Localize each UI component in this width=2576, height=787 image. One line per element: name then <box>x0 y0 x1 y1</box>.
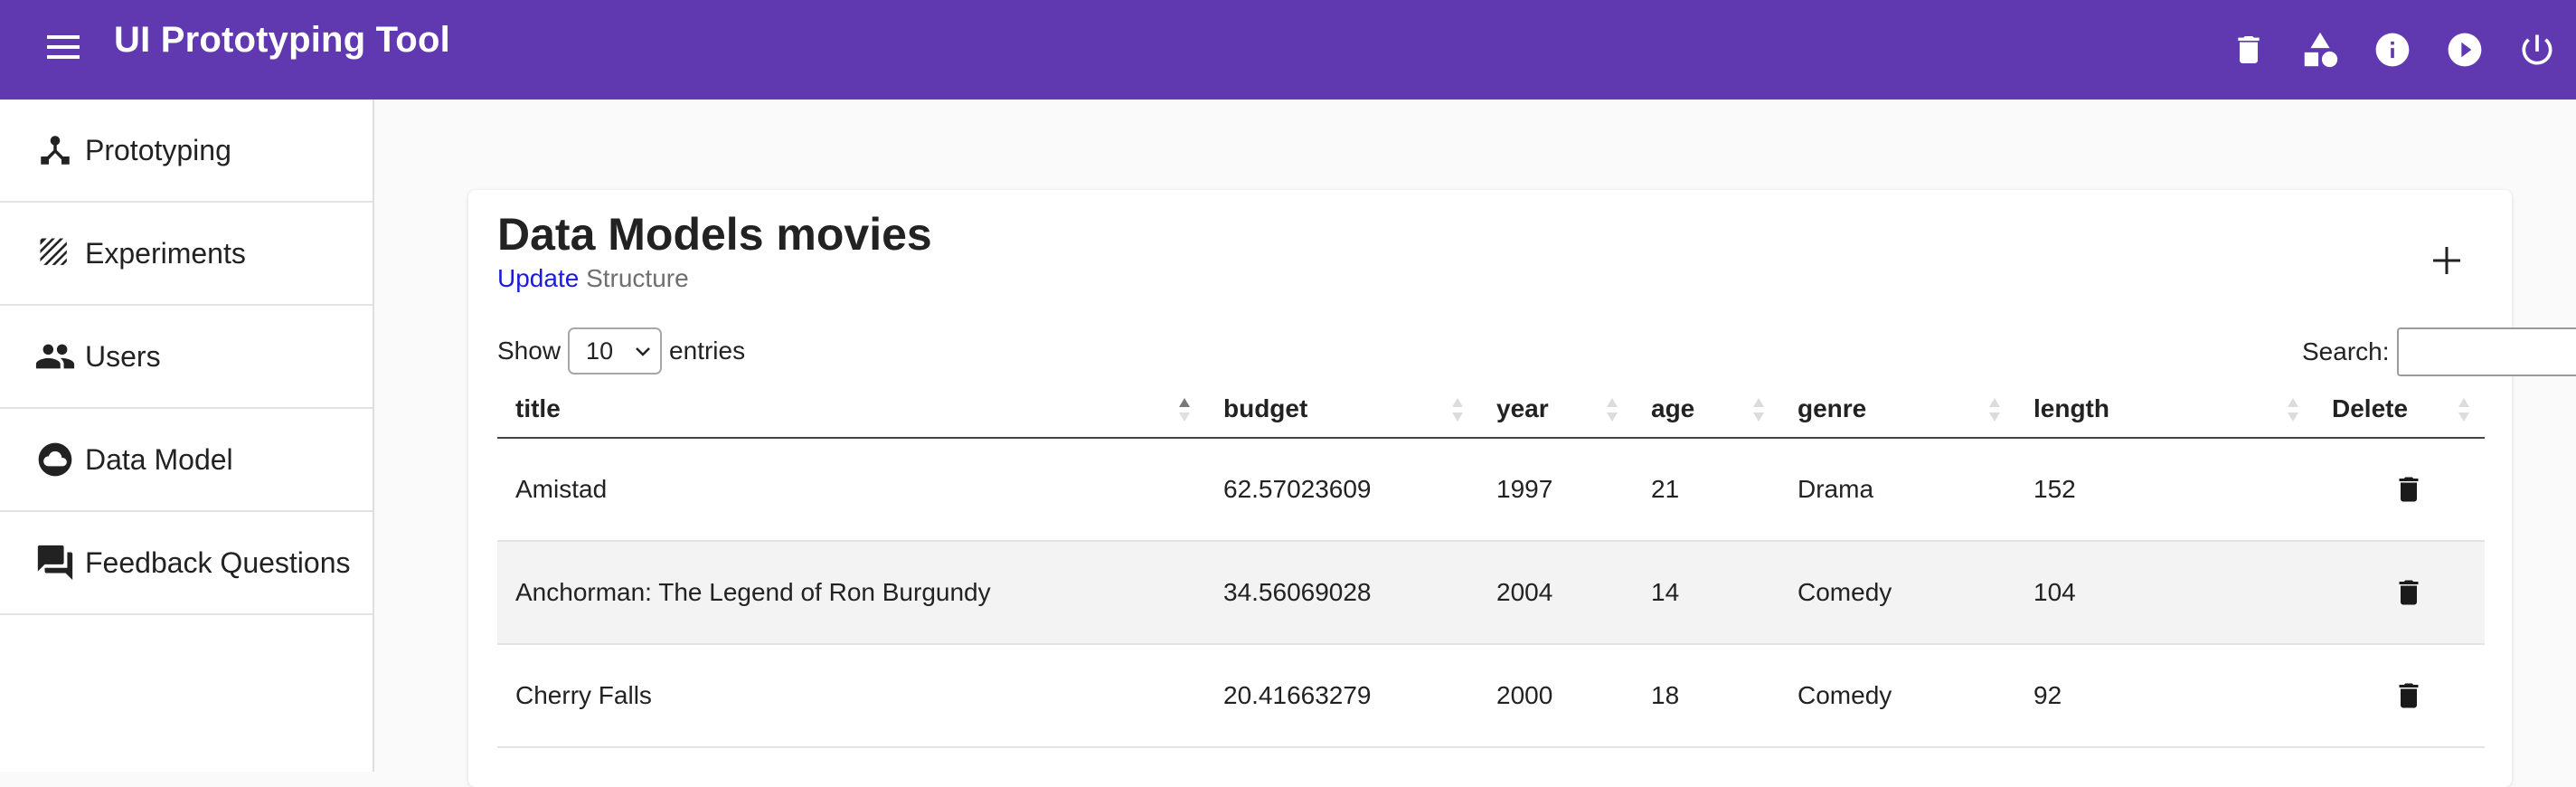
sort-icon <box>1752 396 1765 423</box>
column-header-label: budget <box>1223 394 1307 422</box>
cell-delete <box>2314 438 2485 541</box>
cell-age: 18 <box>1633 644 1779 747</box>
cell-length: 152 <box>2015 438 2314 541</box>
sidebar-item-data-model[interactable]: Data Model <box>0 409 373 512</box>
delete-row-icon[interactable] <box>2392 471 2425 507</box>
sidebar-item-label: Feedback Questions <box>85 546 351 580</box>
cell-length: 104 <box>2015 541 2314 644</box>
chevron-down-icon <box>635 346 651 357</box>
cell-genre: Comedy <box>1779 644 2015 747</box>
table-row[interactable]: Amistad 62.57023609 1997 21 Drama 152 <box>497 438 2485 541</box>
cell-genre: Drama <box>1779 438 2015 541</box>
trash-icon[interactable] <box>2223 24 2274 75</box>
subtitle-links: Update Structure <box>497 264 689 293</box>
column-header-label: year <box>1496 394 1549 422</box>
cell-age: 21 <box>1633 438 1779 541</box>
page-length-select[interactable]: 10 <box>568 327 662 375</box>
sidebar-item-prototyping[interactable]: Prototyping <box>0 100 373 203</box>
sidebar-item-label: Users <box>85 340 161 374</box>
sidebar-item-label: Data Model <box>85 443 233 477</box>
entries-label: entries <box>669 337 745 365</box>
column-header-label: Delete <box>2332 394 2408 422</box>
column-header-age[interactable]: age <box>1633 380 1779 438</box>
app-bar: UI Prototyping Tool <box>0 0 2576 100</box>
column-header-length[interactable]: length <box>2015 380 2314 438</box>
table-header-row: title budget year age genre length Delet… <box>497 380 2485 438</box>
search-input[interactable] <box>2397 327 2576 376</box>
show-label: Show <box>497 337 561 365</box>
table-row[interactable]: Cherry Falls 20.41663279 2000 18 Comedy … <box>497 644 2485 747</box>
sidebar: Prototyping Experiments Users Data Model… <box>0 100 374 772</box>
forum-icon <box>33 540 78 585</box>
column-header-label: length <box>2033 394 2109 422</box>
sort-icon <box>1988 396 2001 423</box>
sidebar-item-label: Prototyping <box>85 134 231 167</box>
cell-age: 14 <box>1633 541 1779 644</box>
info-icon[interactable] <box>2367 24 2418 75</box>
search-control: Search: <box>2302 327 2576 376</box>
column-header-year[interactable]: year <box>1478 380 1633 438</box>
column-header-budget[interactable]: budget <box>1205 380 1478 438</box>
users-icon <box>33 334 78 379</box>
cell-year: 2004 <box>1478 541 1633 644</box>
sidebar-item-users[interactable]: Users <box>0 306 373 409</box>
sort-icon <box>2287 396 2299 423</box>
plus-icon <box>2431 245 2462 276</box>
cell-length: 92 <box>2015 644 2314 747</box>
page-length-value: 10 <box>586 337 613 365</box>
cloud-icon <box>33 437 78 482</box>
prototyping-icon <box>33 128 78 173</box>
sort-asc-icon <box>1178 396 1191 423</box>
cell-budget: 20.41663279 <box>1205 644 1478 747</box>
sort-icon <box>1451 396 1464 423</box>
cell-delete <box>2314 644 2485 747</box>
column-header-title[interactable]: title <box>497 380 1205 438</box>
cell-title: Amistad <box>497 438 1205 541</box>
column-header-label: age <box>1651 394 1694 422</box>
delete-row-icon[interactable] <box>2392 678 2425 714</box>
delete-row-icon[interactable] <box>2392 574 2425 611</box>
shapes-icon[interactable] <box>2295 24 2345 75</box>
cell-year: 2000 <box>1478 644 1633 747</box>
cell-year: 1997 <box>1478 438 1633 541</box>
cell-title: Anchorman: The Legend of Ron Burgundy <box>497 541 1205 644</box>
sidebar-item-experiments[interactable]: Experiments <box>0 203 373 306</box>
search-label: Search: <box>2302 337 2390 366</box>
cell-budget: 34.56069028 <box>1205 541 1478 644</box>
column-header-label: genre <box>1798 394 1866 422</box>
column-header-label: title <box>515 394 561 422</box>
menu-icon[interactable] <box>42 25 85 69</box>
entries-length-control: Show 10 entries <box>497 327 745 375</box>
data-table: title budget year age genre length Delet… <box>497 380 2485 748</box>
table-row[interactable]: Anchorman: The Legend of Ron Burgundy 34… <box>497 541 2485 644</box>
cell-genre: Comedy <box>1779 541 2015 644</box>
power-icon[interactable] <box>2512 24 2562 75</box>
page-title: Data Models movies <box>497 208 932 261</box>
sidebar-item-label: Experiments <box>85 237 246 270</box>
cell-delete <box>2314 541 2485 644</box>
column-header-genre[interactable]: genre <box>1779 380 2015 438</box>
update-link[interactable]: Update <box>497 264 579 292</box>
add-entry-button[interactable] <box>2421 235 2472 286</box>
structure-link[interactable]: Structure <box>586 264 689 292</box>
column-header-delete[interactable]: Delete <box>2314 380 2485 438</box>
sort-icon <box>2458 396 2470 423</box>
app-title: UI Prototyping Tool <box>114 20 450 61</box>
data-model-card: Data Models movies Update Structure Show… <box>468 190 2512 787</box>
cell-budget: 62.57023609 <box>1205 438 1478 541</box>
sort-icon <box>1606 396 1618 423</box>
play-icon[interactable] <box>2439 24 2490 75</box>
sidebar-item-feedback-questions[interactable]: Feedback Questions <box>0 512 373 615</box>
experiments-icon <box>33 231 78 276</box>
cell-title: Cherry Falls <box>497 644 1205 747</box>
